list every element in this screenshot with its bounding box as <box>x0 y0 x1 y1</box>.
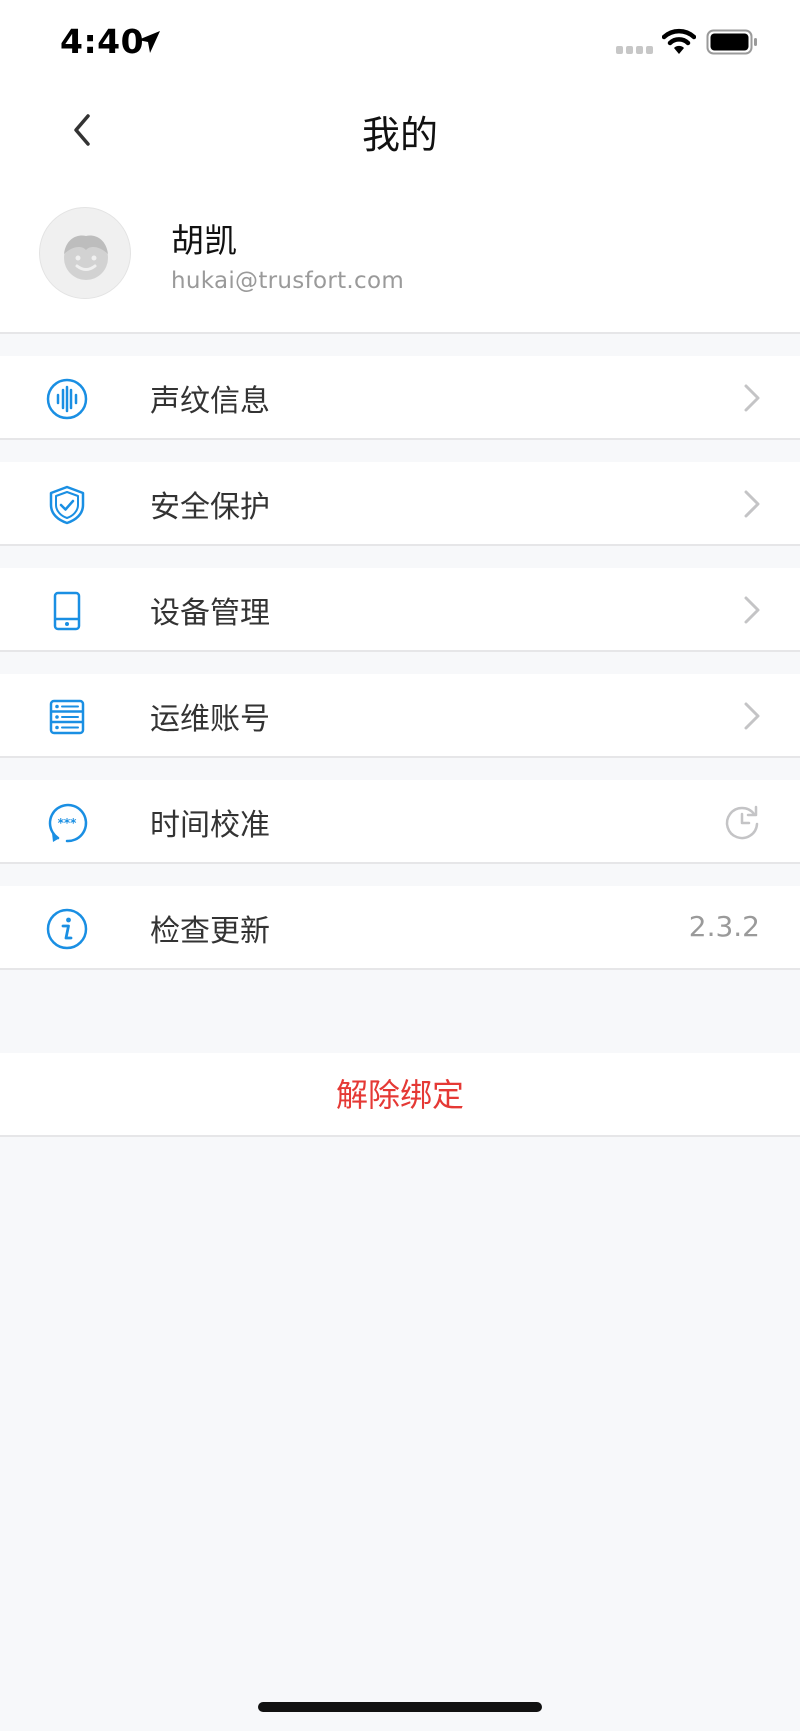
navigation-bar: 我的 <box>0 86 800 174</box>
svg-text:***: *** <box>58 816 78 830</box>
status-bar: 4:40 <box>0 0 800 86</box>
menu-item-label: 声纹信息 <box>150 384 270 419</box>
chevron-right-icon <box>744 384 760 412</box>
avatar <box>39 207 131 299</box>
status-time: 4:40 <box>60 22 145 61</box>
my-profile-screen: 4:40 我的 胡凯 hukai@trusfort.com 声纹信息 安全保护 … <box>0 0 800 1731</box>
server-list-icon <box>49 699 85 735</box>
clock-refresh-icon[interactable] <box>722 802 762 842</box>
menu-item-label: 运维账号 <box>150 702 270 737</box>
profile-header: 胡凯 hukai@trusfort.com <box>0 174 800 334</box>
menu-item-ops-account[interactable]: 运维账号 <box>0 674 800 758</box>
battery-icon <box>706 29 757 55</box>
user-name: 胡凯 <box>171 221 237 260</box>
cellular-signal-icon <box>616 46 653 54</box>
device-tablet-icon <box>53 591 81 631</box>
chevron-right-icon <box>744 702 760 730</box>
menu-item-check-update[interactable]: 检查更新 2.3.2 <box>0 886 800 970</box>
menu-item-device-management[interactable]: 设备管理 <box>0 568 800 652</box>
wifi-icon <box>662 28 696 54</box>
menu-item-label: 检查更新 <box>150 914 270 949</box>
info-icon <box>46 908 88 950</box>
menu-item-label: 安全保护 <box>150 490 270 525</box>
user-email: hukai@trusfort.com <box>171 268 405 294</box>
location-arrow-icon <box>138 31 160 53</box>
menu-item-security-protection[interactable]: 安全保护 <box>0 462 800 546</box>
menu-item-label: 设备管理 <box>150 596 270 631</box>
chevron-right-icon <box>744 490 760 518</box>
chevron-right-icon <box>744 596 760 624</box>
smiley-avatar-icon <box>64 235 108 280</box>
menu-item-time-calibration[interactable]: *** 时间校准 <box>0 780 800 864</box>
shield-check-icon <box>49 485 85 525</box>
menu-item-voiceprint[interactable]: 声纹信息 <box>0 356 800 440</box>
time-sync-icon: *** <box>48 803 88 843</box>
unbind-label: 解除绑定 <box>335 1076 464 1114</box>
home-indicator[interactable] <box>258 1702 542 1712</box>
app-version: 2.3.2 <box>688 910 760 943</box>
menu-item-label: 时间校准 <box>150 808 270 843</box>
unbind-button[interactable]: 解除绑定 <box>0 1053 800 1137</box>
voiceprint-icon <box>46 378 88 420</box>
page-title: 我的 <box>361 113 438 157</box>
